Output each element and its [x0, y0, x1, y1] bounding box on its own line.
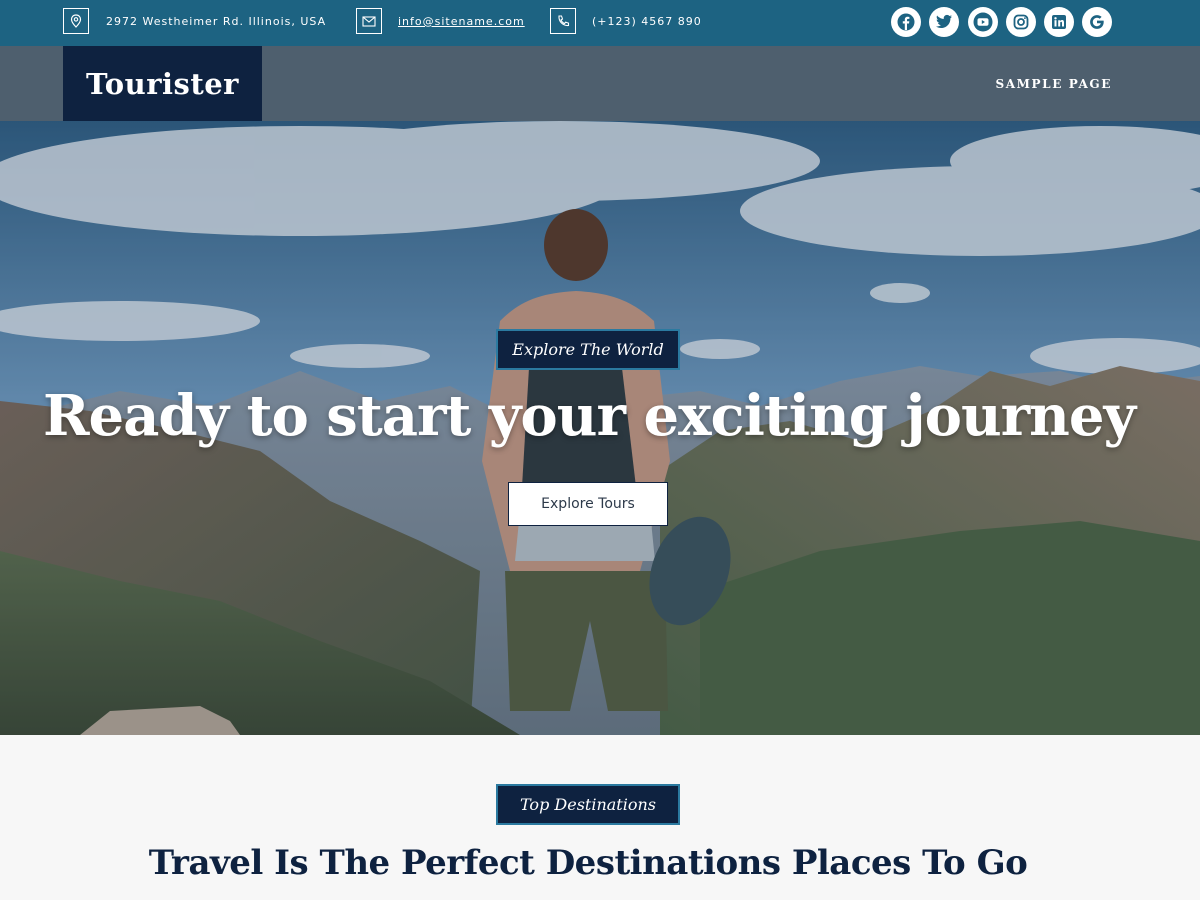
map-pin-icon	[63, 8, 89, 34]
site-header: Tourister SAMPLE PAGE	[0, 46, 1200, 121]
hero-tagline: Explore The World	[496, 329, 680, 370]
google-icon[interactable]	[1082, 7, 1112, 37]
top-destinations-section: Top Destinations Travel Is The Perfect D…	[0, 735, 1200, 900]
section-title: Travel Is The Perfect Destinations Place…	[148, 843, 1028, 883]
address-text: 2972 Westheimer Rd. Illinois, USA	[106, 15, 327, 28]
phone-text: (+123) 4567 890	[592, 15, 702, 28]
envelope-icon	[356, 8, 382, 34]
email-link[interactable]: info@sitename.com	[398, 15, 525, 28]
instagram-icon[interactable]	[1006, 7, 1036, 37]
hero-title: Ready to start your exciting journey	[42, 383, 1136, 449]
twitter-icon[interactable]	[929, 7, 959, 37]
section-tagline: Top Destinations	[496, 784, 680, 825]
contact-bar: 2972 Westheimer Rd. Illinois, USA info@s…	[0, 0, 1200, 46]
phone-icon	[550, 8, 576, 34]
linkedin-icon[interactable]	[1044, 7, 1074, 37]
facebook-icon[interactable]	[891, 7, 921, 37]
explore-tours-button[interactable]: Explore Tours	[508, 482, 668, 526]
hero-banner: Explore The World Ready to start your ex…	[0, 121, 1200, 735]
site-logo[interactable]: Tourister	[63, 46, 262, 121]
logo-text: Tourister	[86, 66, 239, 101]
nav-sample-page[interactable]: SAMPLE PAGE	[995, 77, 1112, 91]
youtube-icon[interactable]	[968, 7, 998, 37]
